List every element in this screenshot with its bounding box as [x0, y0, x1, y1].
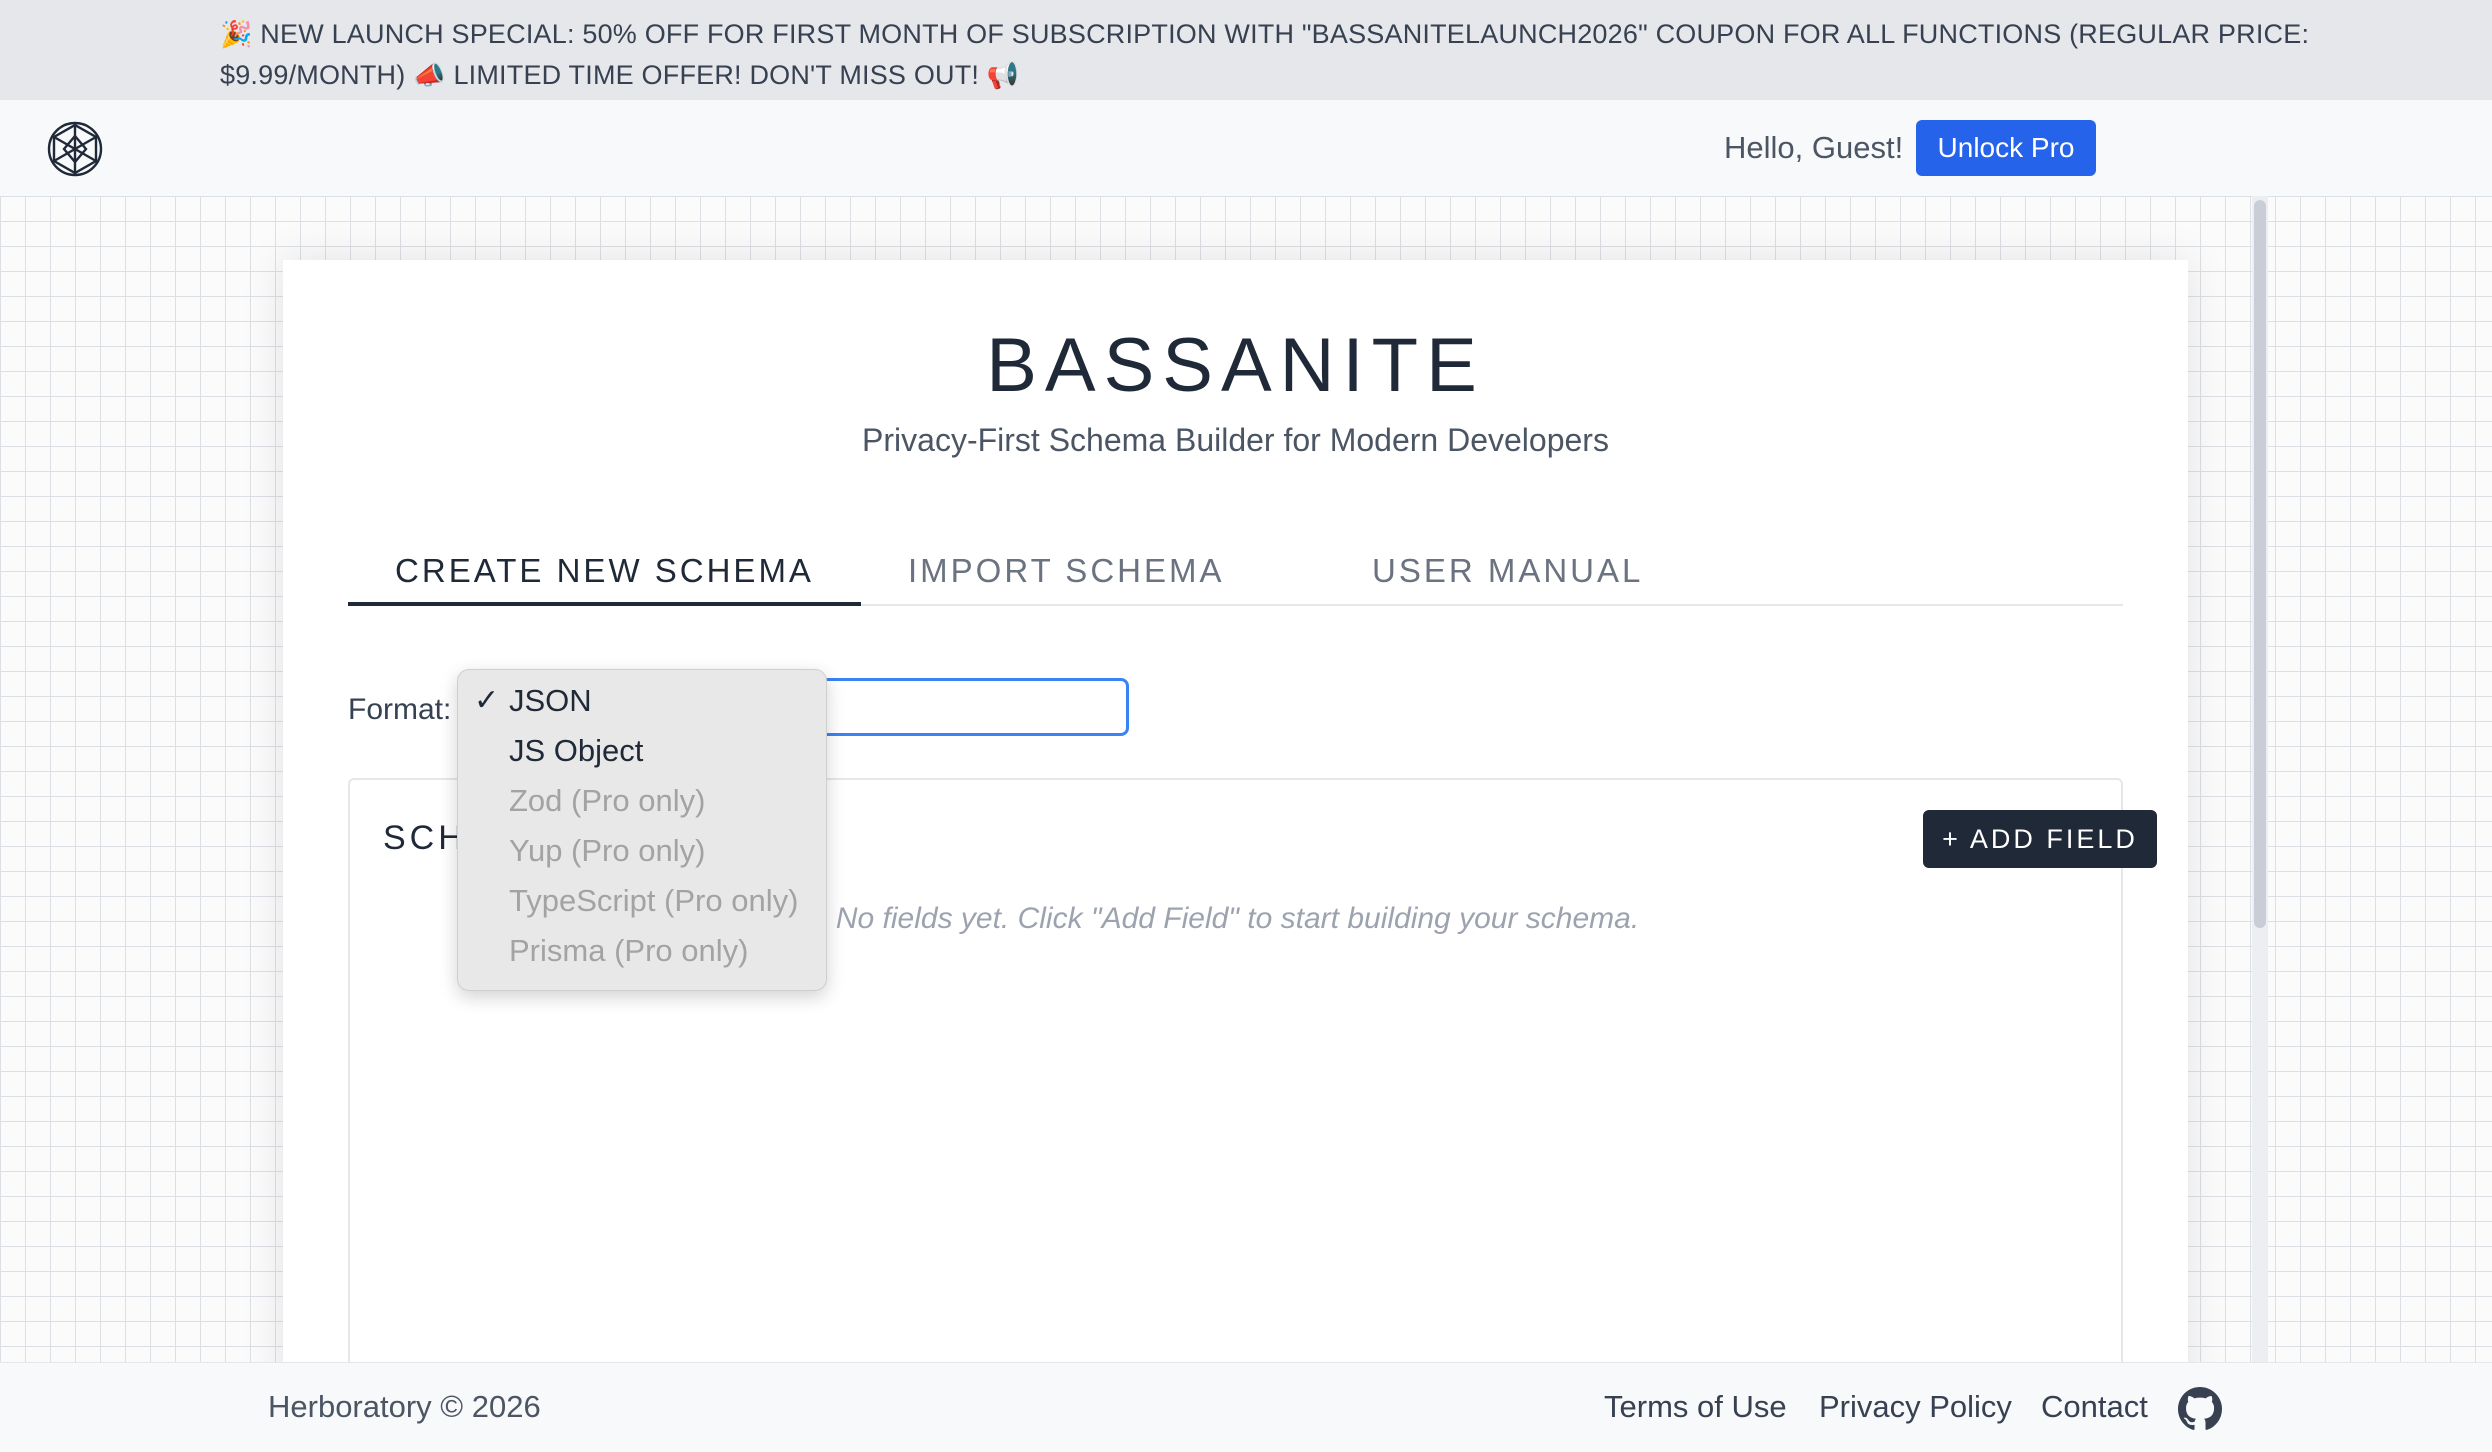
- format-option-label: JSON: [509, 683, 592, 718]
- app-title: BASSANITE: [986, 323, 1485, 408]
- announcement-banner: 🎉 NEW LAUNCH SPECIAL: 50% OFF FOR FIRST …: [0, 0, 2492, 100]
- banner-tail-text: LIMITED TIME OFFER! DON'T MISS OUT!: [453, 60, 980, 90]
- checkmark-icon: ✓: [474, 683, 500, 718]
- format-option-yup: Yup (Pro only): [458, 826, 826, 876]
- format-option-zod: Zod (Pro only): [458, 776, 826, 826]
- page-footer: Herboratory © 2026 Terms of Use Privacy …: [0, 1362, 2492, 1452]
- copyright-text: Herboratory © 2026: [268, 1389, 541, 1424]
- contact-link[interactable]: Contact: [2041, 1387, 2148, 1427]
- add-field-button[interactable]: + ADD FIELD: [1923, 810, 2157, 868]
- scrollbar-thumb[interactable]: [2254, 200, 2266, 928]
- format-option-label: Prisma (Pro only): [509, 933, 749, 968]
- schema-panel-title: SCH: [383, 819, 467, 857]
- bassanite-logo-icon[interactable]: [46, 120, 104, 178]
- megaphone-icon: 📣: [413, 61, 446, 91]
- format-dropdown-menu: ✓ JSON JS Object Zod (Pro only) Yup (Pro…: [457, 669, 827, 991]
- format-option-js-object[interactable]: JS Object: [458, 726, 826, 776]
- format-option-label: Yup (Pro only): [509, 833, 706, 868]
- top-header: Hello, Guest! Unlock Pro: [0, 100, 2492, 196]
- tab-create-new-schema[interactable]: CREATE NEW SCHEMA: [348, 550, 861, 606]
- privacy-policy-link[interactable]: Privacy Policy: [1819, 1387, 2012, 1427]
- tab-label: IMPORT SCHEMA: [908, 552, 1225, 589]
- app-subtitle: Privacy-First Schema Builder for Modern …: [862, 422, 1609, 458]
- format-option-label: JS Object: [509, 733, 644, 768]
- tab-import-schema[interactable]: IMPORT SCHEMA: [908, 550, 1225, 606]
- format-option-prisma: Prisma (Pro only): [458, 926, 826, 976]
- tab-label: CREATE NEW SCHEMA: [395, 552, 814, 589]
- greeting-text: Hello, Guest!: [1724, 130, 1904, 165]
- loudspeaker-icon: 📢: [986, 61, 1020, 91]
- terms-of-use-link[interactable]: Terms of Use: [1604, 1387, 1787, 1427]
- unlock-pro-button[interactable]: Unlock Pro: [1916, 120, 2096, 176]
- tab-user-manual[interactable]: USER MANUAL: [1372, 550, 1643, 606]
- format-option-label: TypeScript (Pro only): [509, 883, 799, 918]
- tab-label: USER MANUAL: [1372, 552, 1644, 589]
- format-label: Format:: [348, 693, 452, 726]
- tab-bar: CREATE NEW SCHEMA IMPORT SCHEMA USER MAN…: [348, 550, 2123, 606]
- active-tab-indicator: [348, 602, 861, 606]
- format-option-label: Zod (Pro only): [509, 783, 706, 818]
- format-option-json[interactable]: ✓ JSON: [458, 676, 826, 726]
- github-icon[interactable]: [2178, 1387, 2222, 1431]
- party-popper-icon: 🎉: [220, 20, 253, 50]
- format-option-typescript: TypeScript (Pro only): [458, 876, 826, 926]
